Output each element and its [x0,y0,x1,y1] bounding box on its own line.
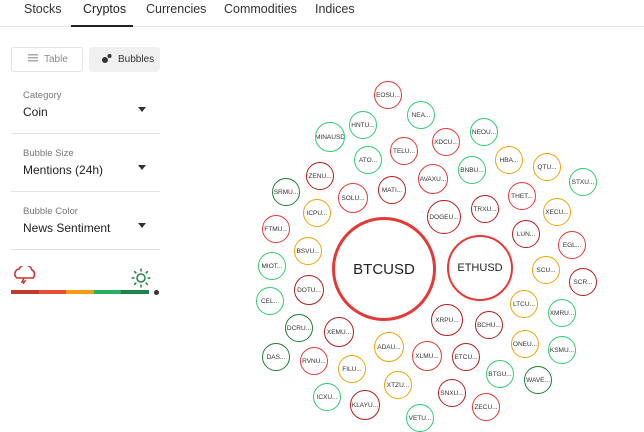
coin-bubble-stxu[interactable]: STXU... [569,168,597,196]
coin-bubble-thet[interactable]: THET... [508,182,536,210]
coin-bubble-solu[interactable]: SOLU... [338,183,368,213]
tab-stocks[interactable]: Stocks [24,2,62,16]
bubbles-icon [102,53,112,66]
category-value: Coin [23,105,48,119]
coin-bubble-scu[interactable]: SCU... [532,256,560,284]
bubbles-view-label: Bubbles [118,54,155,65]
chevron-down-icon [138,107,146,112]
chevron-down-icon [138,223,146,228]
coin-bubble-miot[interactable]: MIOT... [258,252,286,280]
coin-bubble-xemu[interactable]: XEMU... [324,317,354,347]
coin-bubble-bsvu[interactable]: BSVU... [294,237,322,265]
chevron-down-icon [138,165,146,170]
coin-bubble-xlmu[interactable]: XLMU... [412,341,442,371]
active-tab-indicator [71,25,133,27]
coin-bubble-adau[interactable]: ADAU... [374,332,404,362]
coin-bubble-ato[interactable]: ATO... [354,146,382,174]
tab-currencies[interactable]: Currencies [146,2,206,16]
sentiment-segment [38,290,67,294]
bubbles-view-button[interactable]: Bubbles [89,47,160,72]
coin-bubble-klayu[interactable]: KLAYU... [350,390,380,420]
coin-bubble-etcu[interactable]: ETCU... [452,343,480,371]
coin-bubble-scr[interactable]: SCR... [569,268,597,296]
sentiment-segment [66,290,94,294]
tab-indices[interactable]: Indices [315,2,355,16]
category-label: Category [23,90,62,101]
coin-bubble-btgu[interactable]: BTGU... [486,360,514,388]
bubble-size-value: Mentions (24h) [23,163,104,177]
coin-bubble-xmru[interactable]: XMRU... [548,299,576,327]
sentiment-scale-end-dot [154,290,159,295]
sentiment-segment [11,290,39,294]
list-icon [28,54,38,65]
coin-bubble-filu[interactable]: FILU... [338,355,366,383]
coin-bubble-srmu[interactable]: SRMU... [272,178,300,206]
coin-bubble-mati[interactable]: MATI... [378,176,406,204]
coin-bubble-hba[interactable]: HBA... [495,146,523,174]
coin-bubble-ethusd[interactable]: ETHUSD [447,235,513,301]
asset-class-tabs: Stocks Cryptos Currencies Commodities In… [0,0,644,27]
bubble-color-label: Bubble Color [23,206,78,217]
coin-bubble-eosu[interactable]: EOSU... [374,81,402,109]
coin-bubble-ksmu[interactable]: KSMU... [548,336,576,364]
coin-bubble-bnbu[interactable]: BNBU... [458,156,486,184]
coin-bubble-qtu[interactable]: QTU... [533,153,561,181]
coin-bubble-snxu[interactable]: SNXU... [438,379,466,407]
table-view-label: Table [44,54,68,65]
sentiment-segment [121,290,149,294]
coin-bubble-ltcu[interactable]: LTCU... [510,290,538,318]
coin-bubble-icxu[interactable]: ICXU... [313,383,341,411]
coin-bubble-dcru[interactable]: DCRU... [285,314,313,342]
coin-bubble-trxu[interactable]: TRXU... [471,195,499,223]
bubble-color-dropdown[interactable]: Bubble Color News Sentiment [11,198,160,250]
sentiment-segment [93,290,122,294]
table-view-button[interactable]: Table [11,47,83,72]
coin-bubble-btcusd[interactable]: BTCUSD [332,217,436,321]
coin-bubble-zecu[interactable]: ZECU... [472,393,500,421]
coin-bubble-xecu[interactable]: XECU... [543,198,571,226]
coin-bubble-wave[interactable]: WAVE... [524,366,552,394]
category-dropdown[interactable]: Category Coin [11,82,160,134]
coin-bubble-xdcu[interactable]: XDCU... [432,128,460,156]
sentiment-color-scale [11,290,149,294]
coin-bubble-hntu[interactable]: HNTU... [349,111,377,139]
coin-bubble-oneu[interactable]: ONEU... [511,330,539,358]
coin-bubble-ftmu[interactable]: FTMU... [262,215,290,243]
tab-commodities[interactable]: Commodities [224,2,297,16]
coin-bubble-xrpu[interactable]: XRPU... [431,304,463,336]
coin-bubble-icpu[interactable]: ICPU... [303,199,331,227]
storm-cloud-icon [11,264,39,289]
bubble-size-label: Bubble Size [23,148,74,159]
coin-bubble-bchu[interactable]: BCHU... [475,311,503,339]
bubble-size-dropdown[interactable]: Bubble Size Mentions (24h) [11,140,160,192]
coin-bubble-das[interactable]: DAS... [262,343,290,371]
coin-bubble-dotu[interactable]: DOTU... [294,275,324,305]
bubble-color-value: News Sentiment [23,221,111,235]
coin-bubble-rvnu[interactable]: RVNU... [300,347,328,375]
coin-bubble-zenu[interactable]: ZENU... [306,162,334,190]
coin-bubble-dogeu[interactable]: DOGEU... [427,200,461,234]
coin-bubble-telu[interactable]: TELU... [390,137,418,165]
coin-bubble-cel[interactable]: CEL... [256,287,284,315]
tab-cryptos[interactable]: Cryptos [83,2,126,16]
coin-bubble-vetu[interactable]: VETU... [406,404,434,432]
coin-bubble-minausd[interactable]: MINAUSD [315,122,345,152]
coin-bubble-nea[interactable]: NEA... [407,101,435,129]
coin-bubble-lun[interactable]: LUN... [512,220,540,248]
coin-bubble-xtzu[interactable]: XTZU... [384,371,412,399]
coin-bubble-neou[interactable]: NEOU... [470,118,498,146]
coin-bubble-egl[interactable]: EGL... [558,231,586,259]
coin-bubble-avaxu[interactable]: AVAXU... [418,164,448,194]
